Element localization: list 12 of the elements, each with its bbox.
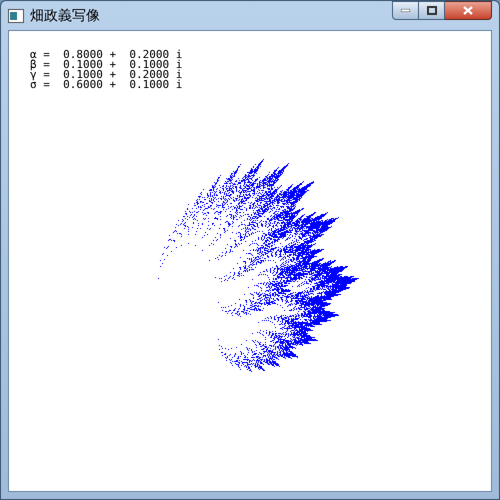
close-button[interactable] xyxy=(445,1,492,20)
parameter-line: α = 0.8000 + 0.2000 i xyxy=(30,50,184,60)
parameter-line: β = 0.1000 + 0.1000 i xyxy=(30,60,184,70)
app-icon xyxy=(8,8,24,22)
maximize-button[interactable] xyxy=(419,1,445,20)
parameter-line: σ = 0.6000 + 0.1000 i xyxy=(30,80,184,90)
minimize-button[interactable] xyxy=(392,1,419,20)
window-title: 畑政義写像 xyxy=(30,6,100,25)
parameter-line: γ = 0.1000 + 0.2000 i xyxy=(30,70,184,80)
close-icon xyxy=(463,6,473,15)
minimize-icon xyxy=(401,9,410,12)
maximize-icon xyxy=(426,6,436,15)
